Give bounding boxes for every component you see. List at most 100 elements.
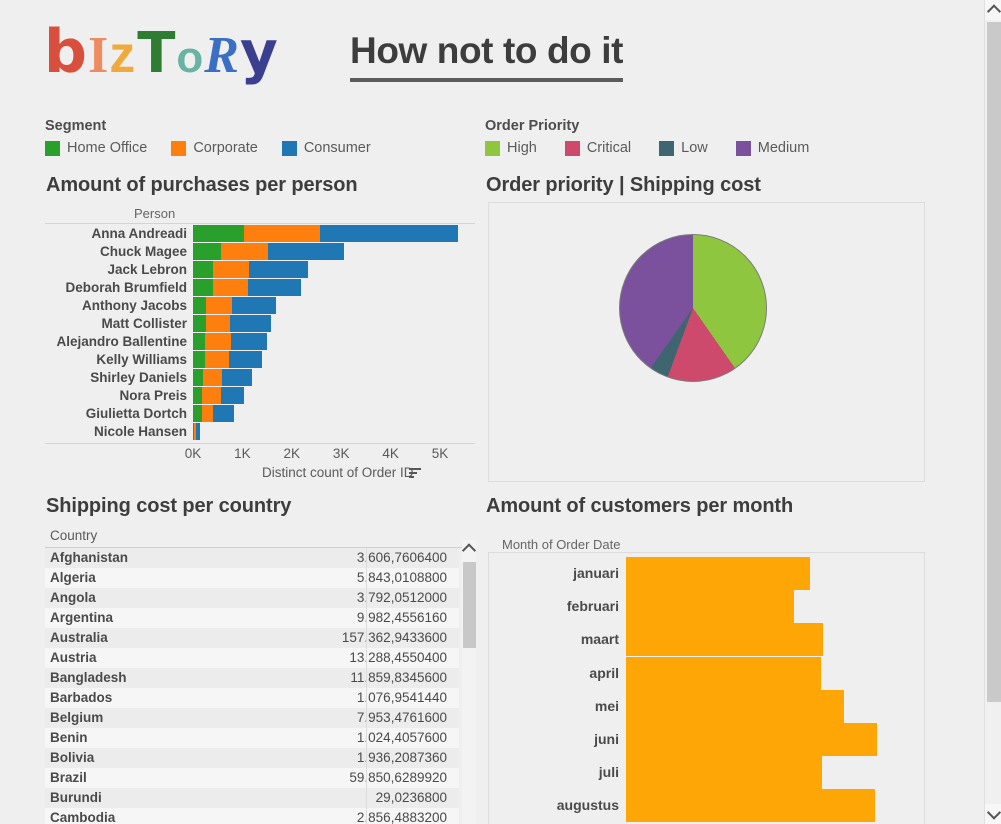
table-row[interactable]: Brazil 59.850,6289920 (45, 768, 459, 788)
table-row[interactable]: Angola 3.792,0512000 (45, 588, 459, 608)
customers-month-bar[interactable] (626, 756, 822, 790)
customers-month-row[interactable]: mei (489, 689, 926, 723)
purchases-bar-segment-cons[interactable] (267, 243, 345, 260)
legend-label-medium: Medium (757, 140, 810, 156)
customers-month-row[interactable]: augustus (489, 789, 926, 823)
purchases-bar-segment-home[interactable] (193, 387, 203, 404)
purchases-bar-segment-corp[interactable] (243, 225, 321, 242)
table-scroll-thumb[interactable] (463, 562, 476, 648)
legend-item-corporate[interactable]: Corporate (171, 140, 258, 156)
customers-month-bar[interactable] (626, 590, 794, 624)
purchases-bar-segment-home[interactable] (193, 297, 206, 314)
table-row[interactable]: Austria 13.288,4550400 (45, 648, 459, 668)
purchases-bar-row[interactable]: Anna Andreadi (45, 225, 475, 242)
table-row[interactable]: Benin 1.024,4057600 (45, 728, 459, 748)
purchases-bar-segment-corp[interactable] (202, 387, 221, 404)
purchases-bar-chart[interactable]: Anna Andreadi Chuck Magee Jack Lebron Debor… (45, 224, 475, 442)
table-row[interactable]: Belgium 7.953,4761600 (45, 708, 459, 728)
table-row[interactable]: Afghanistan 3.606,7606400 (45, 548, 459, 568)
purchases-bar-row[interactable]: Nicole Hansen (45, 423, 475, 440)
customers-month-bar-chart[interactable]: januari februari maart april mei juni juli augu… (488, 552, 925, 824)
legend-item-high[interactable]: High (485, 140, 537, 156)
legend-segment: Segment Home Office Corporate Consumer (45, 118, 395, 156)
table-row[interactable]: Bolivia 1.936,2087360 (45, 748, 459, 768)
table-row[interactable]: Bangladesh 11.859,8345600 (45, 668, 459, 688)
purchases-bar-row[interactable]: Jack Lebron (45, 261, 475, 278)
page-scroll-thumb[interactable] (987, 22, 1001, 702)
panel-title-customers-month: Amount of customers per month (486, 495, 794, 517)
customers-month-bar[interactable] (626, 656, 821, 690)
purchases-bar-segment-cons[interactable] (229, 315, 272, 332)
purchases-bar-segment-corp[interactable] (205, 333, 232, 350)
purchases-bar-row[interactable]: Deborah Brumfield (45, 279, 475, 296)
purchases-bar-segment-cons[interactable] (248, 261, 308, 278)
customers-month-row[interactable]: april (489, 656, 926, 690)
table-row[interactable]: Barbados 1.076,9541440 (45, 688, 459, 708)
legend-item-low[interactable]: Low (659, 140, 708, 156)
sort-descending-icon[interactable] (409, 468, 421, 479)
table-row[interactable]: Burundi 29,0236800 (45, 788, 459, 808)
purchases-x-tick: 3K (332, 446, 350, 461)
purchases-bar-row[interactable]: Giulietta Dortch (45, 405, 475, 422)
purchases-bar-row[interactable]: Anthony Jacobs (45, 297, 475, 314)
purchases-bar-segment-cons[interactable] (231, 333, 268, 350)
table-row[interactable]: Cambodia 2.856,4883200 (45, 808, 459, 824)
customers-month-bar[interactable] (626, 789, 875, 823)
page-scroll-down-button[interactable] (985, 804, 1001, 824)
purchases-bar-segment-corp[interactable] (212, 261, 249, 278)
purchases-bar-row[interactable]: Alejandro Ballentine (45, 333, 475, 350)
purchases-bar-row[interactable]: Kelly Williams (45, 351, 475, 368)
purchases-bar-segment-corp[interactable] (205, 297, 233, 314)
table-scroll-up-button[interactable] (461, 540, 477, 557)
purchases-bar-segment-home[interactable] (193, 315, 207, 332)
customers-month-row[interactable]: februari (489, 590, 926, 624)
purchases-bar-segment-home[interactable] (193, 351, 206, 368)
table-scrollbar[interactable] (461, 540, 477, 824)
customers-month-row[interactable]: maart (489, 623, 926, 657)
purchases-bar-segment-corp[interactable] (205, 351, 229, 368)
customers-month-row[interactable]: januari (489, 557, 926, 590)
purchases-bar-segment-home[interactable] (193, 261, 213, 278)
purchases-bar-segment-cons[interactable] (232, 297, 276, 314)
purchases-bar-segment-cons[interactable] (220, 387, 245, 404)
table-row[interactable]: Argentina 9.982,4556160 (45, 608, 459, 628)
legend-item-critical[interactable]: Critical (564, 140, 631, 156)
purchases-bar-segment-home[interactable] (193, 369, 204, 386)
table-row[interactable]: Algeria 5.843,0108800 (45, 568, 459, 588)
purchases-bar-segment-cons[interactable] (247, 279, 301, 296)
legend-item-home-office[interactable]: Home Office (45, 140, 147, 156)
page-scrollbar[interactable] (984, 0, 1001, 824)
legend-item-consumer[interactable]: Consumer (281, 140, 371, 156)
purchases-bar-segment-cons[interactable] (196, 423, 201, 440)
purchases-bar-row[interactable]: Chuck Magee (45, 243, 475, 260)
purchases-bar-segment-home[interactable] (193, 225, 244, 242)
purchases-bar-row[interactable]: Nora Preis (45, 387, 475, 404)
customers-month-row[interactable]: juli (489, 756, 926, 790)
customers-month-bar[interactable] (626, 623, 824, 657)
purchases-bar-segment-cons[interactable] (320, 225, 459, 242)
purchases-bar-segment-corp[interactable] (212, 279, 248, 296)
customers-month-bar[interactable] (626, 723, 878, 756)
purchases-bar-row[interactable]: Matt Collister (45, 315, 475, 332)
purchases-bar-segment-cons[interactable] (222, 369, 252, 386)
purchases-bar-segment-home[interactable] (193, 243, 222, 260)
purchases-bar-segment-home[interactable] (193, 333, 206, 350)
legend-item-medium[interactable]: Medium (735, 140, 810, 156)
purchases-bar-segment-corp[interactable] (206, 315, 230, 332)
purchases-bar-segment-corp[interactable] (221, 243, 268, 260)
purchases-bar-segment-corp[interactable] (203, 369, 223, 386)
purchases-bar-segment-cons[interactable] (228, 351, 263, 368)
order-priority-pie-chart[interactable] (619, 234, 767, 382)
customers-month-bar[interactable] (626, 557, 811, 590)
shipping-cost-table[interactable]: Country Afghanistan 3.606,7606400 Algeria 5… (45, 528, 475, 824)
purchases-bar-segment-corp[interactable] (201, 405, 213, 422)
customers-month-row[interactable]: juni (489, 723, 926, 756)
purchases-bar-row[interactable]: Shirley Daniels (45, 369, 475, 386)
customers-month-bar[interactable] (626, 689, 844, 723)
purchases-bar-segment-home[interactable] (193, 279, 213, 296)
customers-month-label: april (589, 664, 619, 681)
table-row[interactable]: Australia 157.362,9433600 (45, 628, 459, 648)
purchases-bar-segment-home[interactable] (193, 405, 202, 422)
purchases-bar-segment-cons[interactable] (212, 405, 235, 422)
page-scroll-up-button[interactable] (985, 0, 1001, 20)
